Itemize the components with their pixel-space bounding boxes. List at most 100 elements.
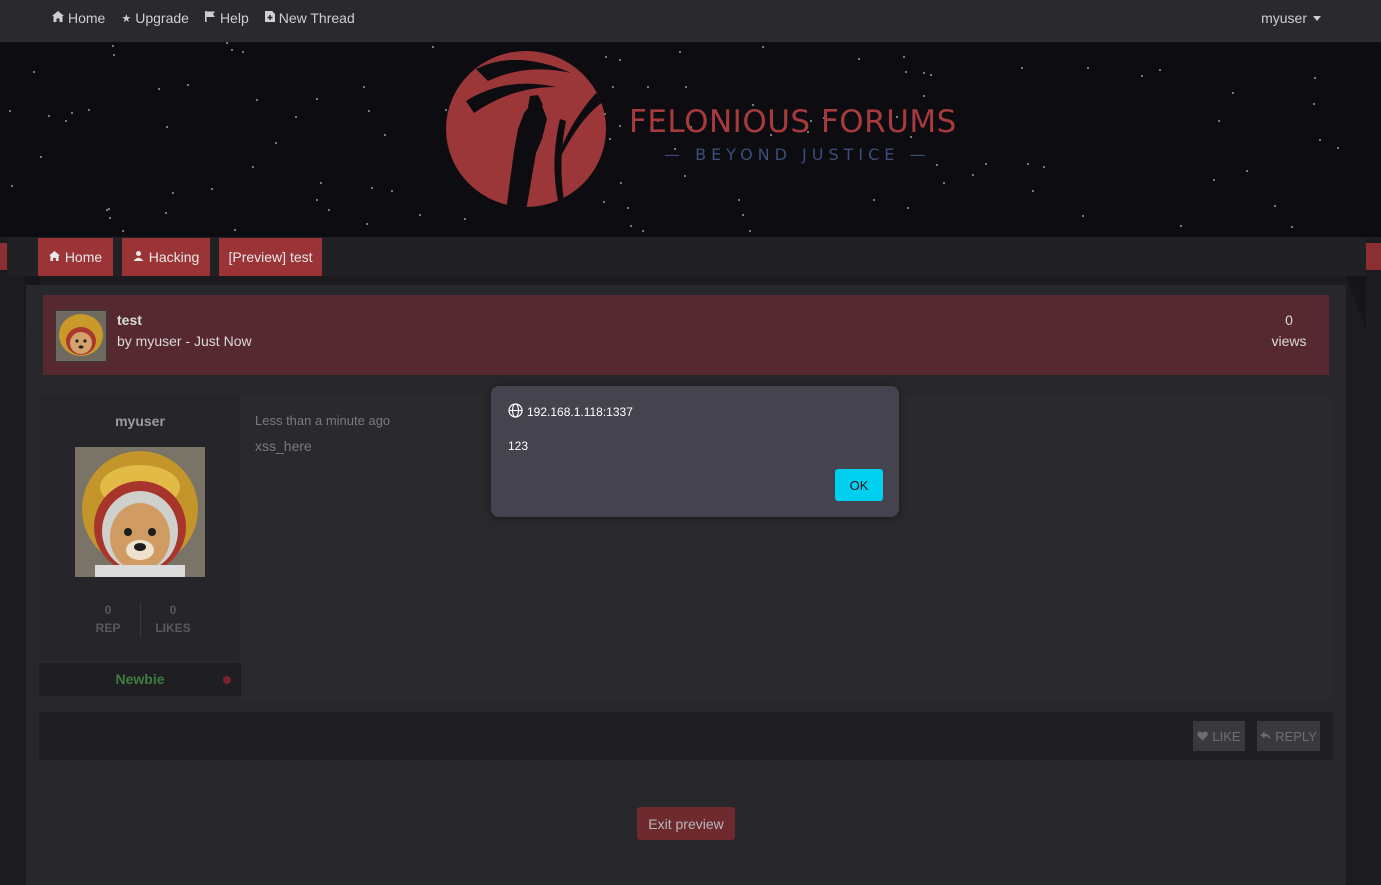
star (112, 45, 114, 47)
star (1043, 166, 1045, 168)
reply-icon (1260, 729, 1271, 744)
nav-upgrade-link[interactable]: ★ Upgrade (121, 10, 189, 26)
star (1319, 139, 1321, 141)
star (464, 218, 466, 220)
banner-accent-right (1365, 243, 1381, 270)
globe-icon (508, 403, 523, 421)
nav-home-label: Home (68, 10, 106, 26)
breadcrumb-home[interactable]: Home (38, 238, 113, 276)
star (612, 86, 614, 88)
exit-preview-button[interactable]: Exit preview (637, 807, 735, 840)
reply-button[interactable]: REPLY (1257, 721, 1320, 751)
home-icon (52, 11, 64, 25)
star (109, 217, 111, 219)
star (256, 99, 258, 101)
star (1246, 170, 1248, 172)
star (419, 214, 421, 216)
star (33, 71, 35, 73)
star (71, 112, 73, 114)
star (316, 98, 318, 100)
star (923, 72, 925, 74)
breadcrumb-hacking[interactable]: Hacking (122, 238, 210, 276)
alert-dialog: 192.168.1.118:1337 123 OK (491, 386, 899, 517)
star (172, 192, 174, 194)
panel-shadow-right (1346, 276, 1366, 331)
online-status-dot (223, 676, 231, 684)
star (316, 199, 318, 201)
star (122, 230, 124, 232)
star (88, 109, 90, 111)
thread-author-avatar[interactable] (55, 310, 107, 362)
like-label: LIKE (1212, 728, 1241, 744)
like-button[interactable]: LIKE (1193, 721, 1245, 751)
top-navbar: Home ★ Upgrade Help New Thread myuser (0, 0, 1381, 42)
star (943, 182, 945, 184)
breadcrumb-hacking-label: Hacking (148, 249, 200, 265)
star (106, 209, 108, 211)
likes-label: LIKES (155, 621, 191, 635)
star (647, 86, 649, 88)
star (642, 230, 644, 232)
heart-icon (1197, 729, 1209, 744)
site-banner: FELONIOUS FORUMS — BEYOND JUSTICE — (0, 42, 1381, 237)
star (48, 115, 50, 117)
user-secret-icon (133, 250, 144, 264)
star (165, 212, 167, 214)
star (187, 84, 189, 86)
star (363, 86, 365, 88)
star (603, 201, 605, 203)
star (384, 134, 386, 136)
likes-count: 0 (169, 603, 177, 617)
star (1213, 179, 1215, 181)
star (226, 42, 228, 44)
star (391, 190, 393, 192)
star (630, 225, 632, 227)
star (231, 49, 233, 51)
breadcrumb-current-label: [Preview] test (228, 249, 313, 265)
nav-new-thread-label: New Thread (278, 10, 355, 26)
star (605, 56, 607, 58)
site-title: FELONIOUS FORUMS (629, 104, 957, 140)
breadcrumb-home-label: Home (64, 249, 103, 265)
views-count: 0 (1285, 312, 1293, 328)
nav-help-link[interactable]: Help (204, 10, 249, 26)
star (1274, 205, 1276, 207)
star (295, 116, 297, 118)
post-timestamp: Less than a minute ago (255, 413, 391, 428)
reaper-silhouette-icon (466, 59, 604, 207)
file-plus-icon (264, 11, 275, 25)
rep-label: REP (95, 621, 121, 635)
post-author-avatar[interactable] (75, 447, 205, 577)
star (930, 74, 932, 76)
star (432, 46, 434, 48)
site-logo[interactable] (446, 51, 606, 207)
thread-byline: by myuser - Just Now (117, 333, 252, 349)
star (252, 166, 254, 168)
star (275, 142, 277, 144)
site-tagline: — BEYOND JUSTICE — (664, 145, 931, 164)
star (1337, 147, 1339, 149)
top-nav-links: Home ★ Upgrade Help New Thread (52, 0, 355, 36)
star (158, 88, 160, 90)
star (858, 58, 860, 60)
nav-help-label: Help (219, 10, 249, 26)
user-menu-dropdown[interactable]: myuser (1261, 0, 1321, 36)
star (684, 175, 686, 177)
breadcrumb-current-thread[interactable]: [Preview] test (219, 238, 322, 276)
star (1180, 225, 1182, 227)
star (923, 95, 925, 97)
star (328, 209, 330, 211)
dialog-origin: 192.168.1.118:1337 (508, 403, 633, 421)
star (972, 174, 974, 176)
nav-new-thread-link[interactable]: New Thread (264, 10, 355, 26)
breadcrumb: Home Hacking [Preview] test (7, 237, 1366, 276)
dialog-ok-button[interactable]: OK (835, 469, 883, 501)
thread-header: test by myuser - Just Now 0 views (43, 295, 1329, 375)
star (685, 86, 687, 88)
star (40, 156, 42, 158)
views-label: views (1271, 333, 1307, 349)
nav-home-link[interactable]: Home (52, 10, 105, 26)
star (738, 199, 740, 201)
post-author-name[interactable]: myuser (39, 413, 241, 429)
star (65, 120, 67, 122)
